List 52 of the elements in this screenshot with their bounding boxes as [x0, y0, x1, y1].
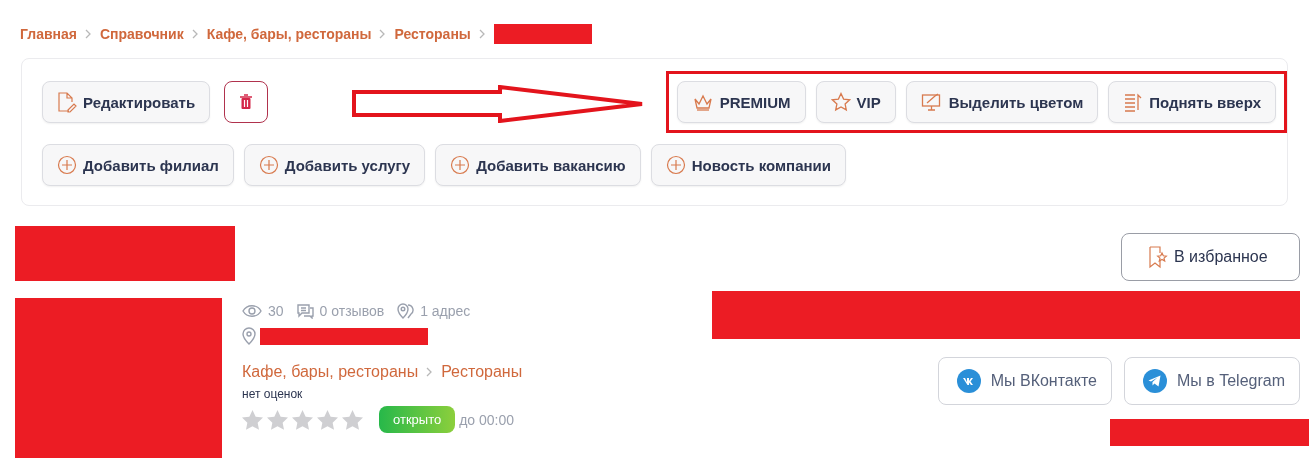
star-icon — [317, 409, 338, 430]
add-button[interactable]: Добавить филиал — [42, 144, 234, 186]
delete-button[interactable] — [224, 81, 269, 123]
star-icon — [830, 92, 851, 112]
chevron-icon — [379, 29, 387, 39]
plus-icon — [450, 155, 471, 175]
add-button[interactable]: Добавить услугу — [243, 144, 426, 186]
breadcrumb-link[interactable]: Главная — [20, 26, 77, 42]
star-icon — [242, 409, 263, 430]
plus-icon — [57, 155, 77, 175]
telegram-icon — [1142, 369, 1167, 393]
eye-icon — [242, 304, 262, 318]
breadcrumb-link[interactable]: Рестораны — [394, 26, 471, 42]
promo-button[interactable]: Поднять вверх — [1108, 81, 1276, 123]
add-button[interactable]: Новость компании — [650, 144, 846, 186]
promo-button[interactable]: PREMIUM — [676, 81, 806, 123]
crown-icon — [691, 93, 714, 111]
breadcrumb-link[interactable]: Кафе, бары, рестораны — [206, 26, 372, 42]
breadcrumb-link[interactable]: Справочник — [99, 26, 184, 42]
list-icon — [1123, 92, 1144, 112]
star-icon — [292, 409, 313, 430]
social-button[interactable]: Мы ВКонтакте — [937, 357, 1112, 405]
vk-icon — [956, 369, 981, 393]
rating-label: нет оценок — [242, 387, 304, 401]
document-edit-icon — [57, 91, 77, 113]
stat-label: 1 адрес — [420, 303, 471, 319]
promo-button[interactable]: VIP — [815, 81, 896, 123]
monitor-icon — [920, 92, 943, 112]
trash-icon — [239, 94, 254, 110]
status-badge: открыто — [379, 406, 456, 433]
social-button[interactable]: Мы в Telegram — [1123, 357, 1300, 405]
edit-button[interactable]: Редактировать — [42, 81, 211, 123]
hours-label: до 00:00 — [459, 411, 515, 428]
promo-button[interactable]: Выделить цветом — [905, 81, 1099, 123]
star-icon — [267, 409, 288, 430]
plus-icon — [258, 155, 279, 175]
chevron-icon — [478, 29, 486, 39]
chevron-icon — [191, 29, 199, 39]
stat-label: 0 отзывов — [319, 303, 385, 319]
chevron-icon — [426, 367, 434, 377]
chevron-icon — [84, 29, 92, 39]
pins-icon — [396, 302, 415, 320]
bookmark-star-icon — [1148, 245, 1168, 269]
plus-icon — [665, 155, 686, 175]
stat-label: 30 — [268, 303, 284, 319]
category-link[interactable]: Рестораны — [441, 363, 523, 381]
category-link[interactable]: Кафе, бары, рестораны — [242, 363, 419, 381]
favorite-button[interactable]: В избранное — [1121, 233, 1300, 281]
location-pin-icon — [242, 327, 256, 345]
chat-icon — [295, 303, 314, 319]
add-button[interactable]: Добавить вакансию — [435, 144, 641, 186]
star-icon — [342, 409, 363, 430]
